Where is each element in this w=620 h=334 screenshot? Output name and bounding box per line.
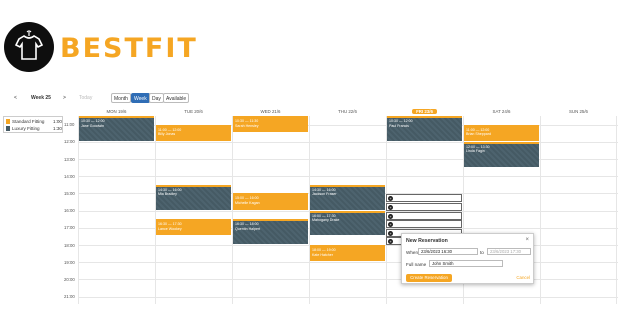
time-label: 18:00 [64,242,75,248]
available-slot[interactable]: + [386,194,462,203]
hour-gridline [78,296,618,298]
time-label: 11:00 [64,122,75,128]
available-slot[interactable]: + [386,211,462,220]
reservation-event[interactable]: 11:00 — 12:00 Billy Jonas [156,124,231,141]
add-slot-icon: + [388,239,393,245]
event-customer-name: Mahogany Drake [312,218,340,223]
add-slot-icon: + [388,222,393,228]
day-header-label: WED 21/6 [260,109,281,114]
add-slot-icon: + [388,205,393,210]
next-week-button[interactable]: > [63,93,66,103]
view-month-button[interactable]: Month [111,93,131,103]
reservation-event[interactable]: 16:30 — 18:00 Quentin Halpert [233,219,308,244]
view-available-button[interactable]: Available [163,93,190,103]
day-header: WED 21/6 [232,108,309,116]
hour-gridline [78,279,618,281]
day-header: SUN 25/6 [540,108,617,116]
legend-swatch [6,126,10,131]
reservation-event[interactable]: 14:30 — 16:00 Jackson Fraser [310,184,385,210]
time-label: 16:00 [64,208,75,214]
time-label: 15:00 [64,190,75,196]
fitting-legend: Standard Fitting 1:00 Luxury Fitting 1:3… [3,116,63,133]
week-label: Week 25 [31,95,51,101]
reservation-event[interactable]: 10:30 — 11:30 Sarah Hensley [233,116,308,133]
add-slot-icon: + [388,196,393,202]
day-header: FRI 23/6 [386,108,463,116]
reservation-event[interactable]: 10:30 — 12:00 Paul Francis [387,116,462,141]
day-header-label: FRI 23/6 [412,109,437,114]
time-label: 13:00 [64,156,75,162]
when-label: When [406,250,419,255]
legend-label: Standard Fitting [12,119,45,124]
event-customer-name: Linda Fagin [466,149,485,154]
hour-gridline [78,262,618,264]
legend-duration: 1:30 [53,126,62,131]
legend-swatch [6,119,10,124]
full-name-label: Full name [406,262,427,267]
event-customer-name: Jackson Fraser [312,192,337,197]
end-datetime-input[interactable]: 23/6/2023 17:30 [487,248,531,255]
day-header-label: THU 22/6 [338,109,357,114]
today-button[interactable]: Today [79,93,92,103]
day-header-label: MON 19/6 [106,109,127,114]
event-customer-name: Paul Francis [389,123,409,128]
legend-item-luxury: Luxury Fitting 1:30 [6,125,62,132]
time-label: 21:00 [64,294,75,300]
time-label: 17:00 [64,225,75,231]
event-customer-name: Michelle Kagan [235,200,260,205]
time-label: 20:00 [64,276,75,282]
logo [4,22,54,72]
week-calendar: MON 19/6 TUE 20/6 WED 21/6 THU 22/6 FRI 23/6… [64,108,618,304]
event-customer-name: Brian Sheppard [466,132,491,137]
day-header-label: SUN 25/6 [568,109,589,114]
day-header: MON 19/6 [78,108,155,116]
event-customer-name: Kate Hatcher [312,252,333,257]
full-name-input[interactable]: John Smith [429,260,503,267]
legend-label: Luxury Fitting [12,126,40,131]
time-label: 12:00 [64,139,75,145]
day-header: SAT 24/6 [463,108,540,116]
event-customer-name: Lance Wookey [158,226,182,231]
start-datetime-input[interactable]: 23/6/2023 16:30 [418,248,478,255]
day-header-label: SAT 24/6 [492,109,511,114]
event-customer-name: Mia Bradley [158,192,177,197]
day-header: THU 22/6 [309,108,386,116]
cancel-button[interactable]: Cancel [516,275,530,280]
reservation-event[interactable]: 15:00 — 16:00 Michelle Kagan [233,193,308,210]
event-customer-name: Jane Goodwin [81,123,104,128]
new-reservation-dialog: New Reservation × When 23/6/2023 16:30 t… [401,233,534,284]
event-customer-name: Billy Jonas [158,132,176,137]
reservation-event[interactable]: 16:30 — 17:30 Lance Wookey [156,219,231,236]
prev-week-button[interactable]: < [14,93,17,103]
close-icon[interactable]: × [525,237,529,243]
brand-name: BESTFIT [60,33,198,64]
calendar-toolbar: < Week 25 > Today Month Week Day Availab… [0,93,620,105]
to-label: to [480,250,484,255]
shirt-icon [14,30,44,60]
dialog-title: New Reservation [406,238,448,244]
event-customer-name: Quentin Halpert [235,226,261,231]
page: BESTFIT < Week 25 > Today Month Week Day… [0,0,620,334]
available-slot[interactable]: + [386,220,462,229]
reservation-event[interactable]: 12:00 — 13:30 Linda Fagin [464,141,539,167]
day-header-label: TUE 20/6 [184,109,203,114]
reservation-event[interactable]: 10:30 — 12:00 Jane Goodwin [79,116,154,141]
reservation-event[interactable]: 14:30 — 16:00 Mia Bradley [156,184,231,210]
time-label: 19:00 [64,259,75,265]
reservation-event[interactable]: 18:00 — 19:00 Kate Hatcher [310,245,385,262]
view-week-button[interactable]: Week [131,93,150,103]
add-slot-icon: + [388,230,393,236]
reservation-event[interactable]: 11:00 — 12:00 Brian Sheppard [464,124,539,141]
view-day-button[interactable]: Day [149,93,164,103]
hour-gridline [78,176,618,178]
day-header: TUE 20/6 [155,108,232,116]
legend-duration: 1:00 [53,119,62,124]
available-slot[interactable]: + [386,203,462,211]
add-slot-icon: + [388,213,393,219]
reservation-event[interactable]: 16:00 — 17:30 Mahogany Drake [310,210,385,236]
create-reservation-button[interactable]: Create Reservation [406,274,452,282]
event-customer-name: Sarah Hensley [235,123,259,128]
time-label: 14:00 [64,173,75,179]
legend-item-standard: Standard Fitting 1:00 [6,118,62,125]
